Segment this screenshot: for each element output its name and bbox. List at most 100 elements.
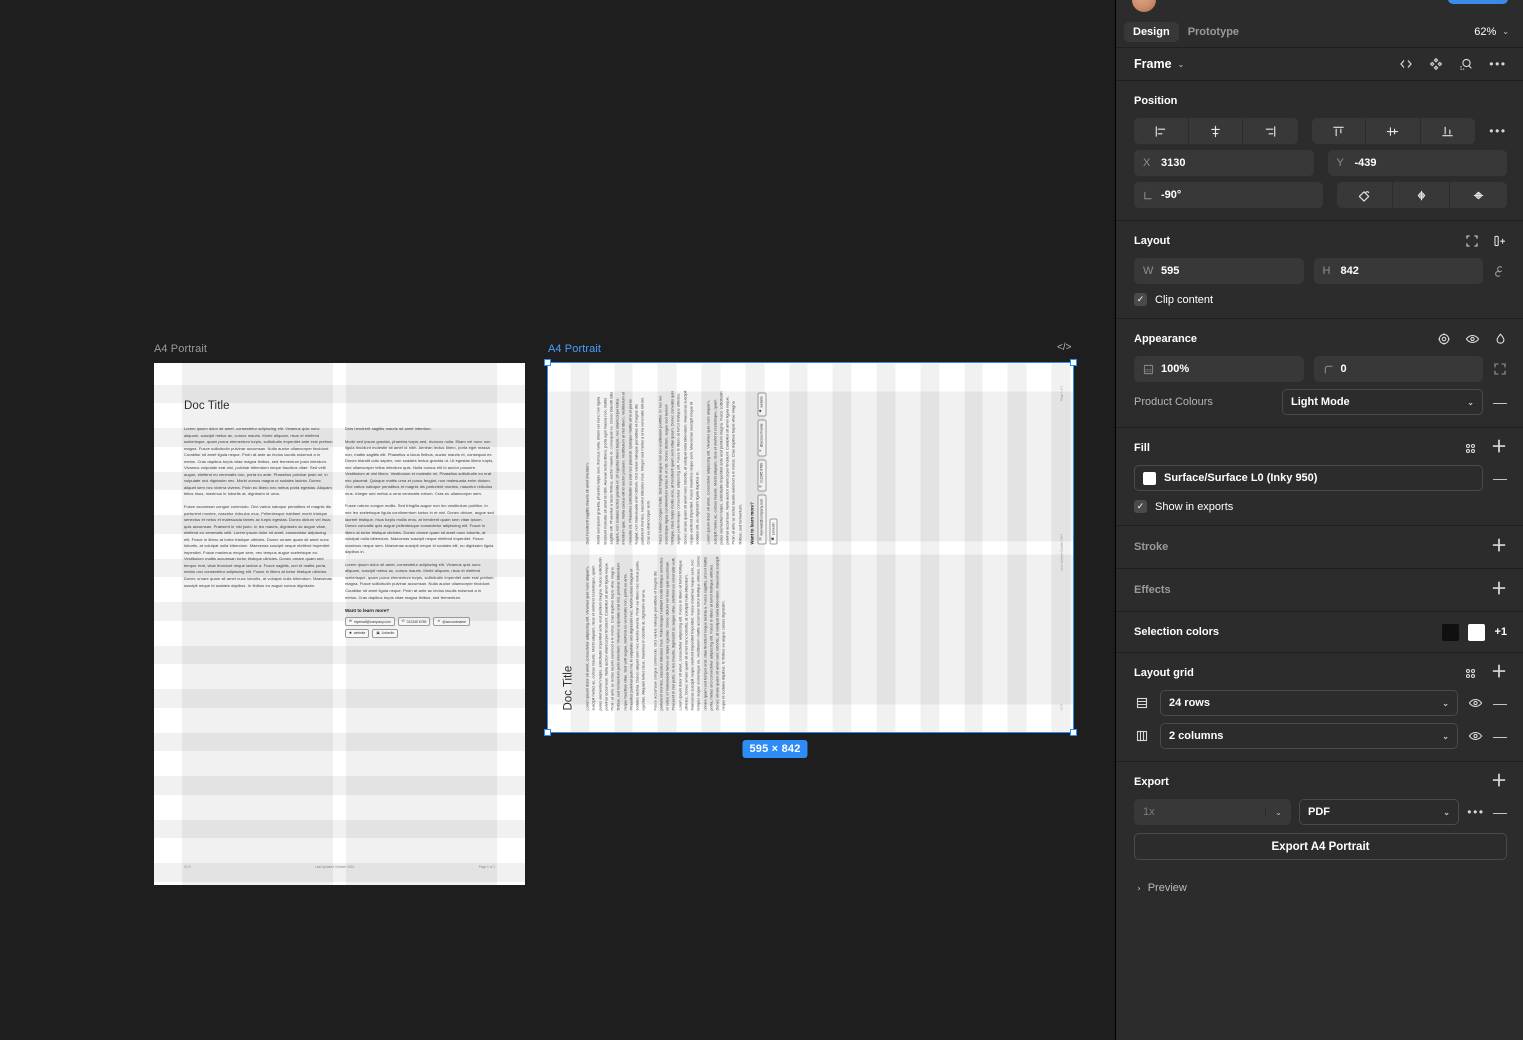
vertical-align-group <box>1311 118 1475 144</box>
appearance-title: Appearance <box>1134 333 1197 345</box>
y-field[interactable]: Y -439 <box>1327 150 1507 176</box>
contact-chip-mail[interactable]: ✉ myemail@company.com <box>345 617 395 626</box>
share-button[interactable] <box>1448 0 1508 4</box>
avatar[interactable] <box>1132 0 1156 12</box>
align-left-icon[interactable] <box>1134 118 1189 144</box>
resize-to-fit-icon[interactable] <box>1465 234 1479 248</box>
wh-row: W 595 H 842 <box>1134 258 1507 284</box>
contact-chip-linkedin[interactable]: ▣ LinkedIn <box>768 517 778 544</box>
tab-design[interactable]: Design <box>1124 21 1179 42</box>
selection-color-swatch[interactable] <box>1468 623 1486 641</box>
corner-radius-field[interactable]: 0 <box>1313 356 1483 382</box>
section-title-appearance: Appearance <box>1134 331 1507 347</box>
show-in-exports-checkbox[interactable]: ✓ <box>1134 500 1147 513</box>
width-field[interactable]: W 595 <box>1134 258 1304 284</box>
color-picker-icon[interactable] <box>1494 332 1507 346</box>
height-field[interactable]: H 842 <box>1313 258 1483 284</box>
selection-color-swatch[interactable] <box>1442 623 1460 641</box>
flip-vertical-icon[interactable] <box>1450 182 1507 208</box>
frame-label-1[interactable]: A4 Portrait <box>154 343 207 355</box>
columns-select[interactable]: 2 columns ⌄ <box>1160 723 1458 749</box>
export-button[interactable]: Export A4 Portrait <box>1134 833 1507 860</box>
zoom-control[interactable]: 62% ⌄ <box>1474 26 1515 38</box>
contact-chip-x[interactable]: ✕ @accountname <box>756 418 766 456</box>
export-more-options-icon[interactable]: ••• <box>1467 805 1485 819</box>
add-auto-layout-icon[interactable] <box>1493 234 1507 248</box>
more-options-icon[interactable]: ••• <box>1489 57 1507 71</box>
columns-visibility-icon[interactable] <box>1468 729 1483 743</box>
contact-chip-globe[interactable]: ✹ website <box>345 628 370 638</box>
contact-chip-list: ✉ myemail@company.com ✆ 012345 6789 ✕ @accoun… <box>756 389 778 544</box>
grid-styles-icon[interactable] <box>1464 667 1477 680</box>
clip-content-row[interactable]: ✓ Clip content <box>1134 293 1507 306</box>
flip-horizontal-icon[interactable] <box>1393 182 1451 208</box>
contact-chip-label: LinkedIn <box>381 631 395 636</box>
remove-fill-button[interactable]: — <box>1493 470 1507 486</box>
contact-chip-mail[interactable]: ✉ myemail@company.com <box>756 494 766 544</box>
section-title-effects: Effects ＋ <box>1134 582 1507 598</box>
rows-select[interactable]: 24 rows ⌄ <box>1160 690 1458 716</box>
linkedin-icon: ▣ <box>376 630 380 635</box>
dev-mode-code-icon[interactable]: </> <box>1057 342 1071 353</box>
rotation-field[interactable]: -90° <box>1134 182 1323 208</box>
remove-export-button[interactable]: — <box>1493 804 1507 820</box>
chevron-down-icon[interactable]: ⌄ <box>1178 60 1185 69</box>
align-right-icon[interactable] <box>1243 118 1297 144</box>
chevron-down-icon[interactable]: ⌄ <box>1265 807 1291 817</box>
corner-radius-icon[interactable] <box>1337 182 1394 208</box>
x-value: 3130 <box>1161 157 1186 169</box>
rows-visibility-icon[interactable] <box>1468 696 1483 710</box>
footer-page: Page 1 of 1 <box>478 865 495 869</box>
linkedin-icon: ▣ <box>770 536 775 540</box>
contact-chip-list: ✉ myemail@company.com ✆ 012345 6789 ✕ @accoun… <box>345 617 494 638</box>
x-field[interactable]: X 3130 <box>1134 150 1314 176</box>
fill-style-select[interactable]: Surface/Surface L0 (Inky 950) <box>1134 465 1483 491</box>
contact-chip-phone[interactable]: ✆ 012345 6789 <box>756 458 766 492</box>
corner-radius-value: 0 <box>1340 363 1347 375</box>
doc-right-column: Duis hendrerit sagittis mauris sit amet … <box>345 426 494 638</box>
add-stroke-button[interactable]: ＋ <box>1491 539 1507 555</box>
remove-rows-button[interactable]: — <box>1493 695 1507 711</box>
preview-row[interactable]: ⌄ Preview <box>1116 872 1523 904</box>
add-effect-button[interactable]: ＋ <box>1491 582 1507 598</box>
frame-a4-portrait-1[interactable]: Doc Title Lorem ipsum dolor sit amet, co… <box>154 363 525 885</box>
align-vertical-center-icon[interactable] <box>1366 118 1421 144</box>
remove-product-colours-button[interactable]: — <box>1493 394 1507 410</box>
independent-corners-icon[interactable] <box>1493 362 1507 376</box>
export-format-select[interactable]: PDF ⌄ <box>1299 799 1459 825</box>
tab-prototype[interactable]: Prototype <box>1179 22 1248 42</box>
add-layout-grid-button[interactable]: ＋ <box>1491 665 1507 681</box>
footer-version: V1.0 <box>1059 703 1063 710</box>
visibility-icon[interactable] <box>1465 332 1480 346</box>
position-more-options-icon[interactable]: ••• <box>1489 124 1507 138</box>
export-scale-field[interactable]: 1x ⌄ <box>1134 799 1291 825</box>
align-top-icon[interactable] <box>1312 118 1367 144</box>
component-icon[interactable] <box>1429 57 1443 71</box>
show-in-exports-row[interactable]: ✓ Show in exports <box>1134 500 1507 513</box>
contact-chip-phone[interactable]: ✆ 012345 6789 <box>397 617 431 626</box>
section-layout-grid: Layout grid ＋ 24 rows ⌄ — 2 columns ⌄ — <box>1116 653 1523 762</box>
remove-columns-button[interactable]: — <box>1493 728 1507 744</box>
add-export-button[interactable]: ＋ <box>1491 774 1507 790</box>
product-colours-select[interactable]: Light Mode ⌄ <box>1282 389 1483 415</box>
code-icon[interactable] <box>1399 57 1413 71</box>
contact-chip-x[interactable]: ✕ @accountname <box>433 617 471 626</box>
frame-a4-portrait-2[interactable]: Doc Title Lorem ipsum dolor sit amet, co… <box>548 363 1073 732</box>
fill-swatch[interactable] <box>1143 471 1156 485</box>
fill-styles-icon[interactable] <box>1464 442 1477 455</box>
dev-inspect-icon[interactable] <box>1459 57 1473 71</box>
y-label: Y <box>1336 157 1344 169</box>
selection-colors-more[interactable]: +1 <box>1494 626 1507 638</box>
clip-content-checkbox[interactable]: ✓ <box>1134 293 1147 306</box>
align-horizontal-center-icon[interactable] <box>1189 118 1244 144</box>
canvas[interactable]: A4 Portrait Doc Title Lorem ipsum dolor … <box>0 0 1115 1040</box>
contact-chip-globe[interactable]: ✹ website <box>756 391 766 416</box>
align-bottom-icon[interactable] <box>1421 118 1475 144</box>
constrain-proportions-icon[interactable] <box>1493 264 1507 279</box>
blend-mode-icon[interactable] <box>1437 332 1451 346</box>
add-fill-button[interactable]: ＋ <box>1491 440 1507 456</box>
opacity-field[interactable]: 100% <box>1134 356 1304 382</box>
contact-chip-linkedin[interactable]: ▣ LinkedIn <box>372 628 399 638</box>
fill-title: Fill <box>1134 442 1150 454</box>
frame-label-2[interactable]: A4 Portrait <box>548 343 601 355</box>
